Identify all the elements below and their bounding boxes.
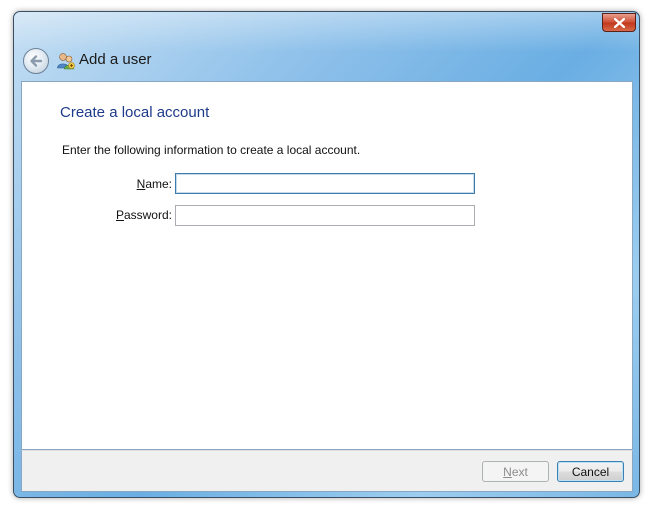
- password-label-mnemonic: P: [115, 208, 124, 222]
- back-button[interactable]: [23, 48, 49, 74]
- password-label: Password:: [92, 208, 172, 222]
- instructions-text: Enter the following information to creat…: [62, 143, 361, 157]
- users-icon: [57, 53, 75, 70]
- back-arrow-icon: [30, 55, 43, 67]
- window-title: Add a user: [79, 51, 152, 68]
- close-icon: [614, 18, 625, 28]
- content-panel: Create a local account Enter the followi…: [21, 81, 633, 450]
- add-user-dialog: Add a user Create a local account Enter …: [13, 11, 640, 498]
- page-heading: Create a local account: [60, 104, 210, 121]
- next-button-mnemonic: N: [503, 464, 512, 479]
- name-input[interactable]: [175, 173, 475, 194]
- cancel-button[interactable]: Cancel: [557, 461, 624, 482]
- dialog-footer: Next Cancel: [21, 450, 633, 492]
- name-label: Name:: [92, 177, 172, 191]
- next-button-label: ext: [511, 464, 528, 479]
- name-label-text: ame:: [145, 177, 172, 191]
- password-input[interactable]: [175, 205, 475, 226]
- password-label-text: assword:: [123, 208, 172, 222]
- next-button[interactable]: Next: [482, 461, 549, 482]
- close-button[interactable]: [602, 13, 636, 32]
- cancel-button-label: Cancel: [571, 464, 610, 479]
- name-label-mnemonic: N: [136, 177, 146, 191]
